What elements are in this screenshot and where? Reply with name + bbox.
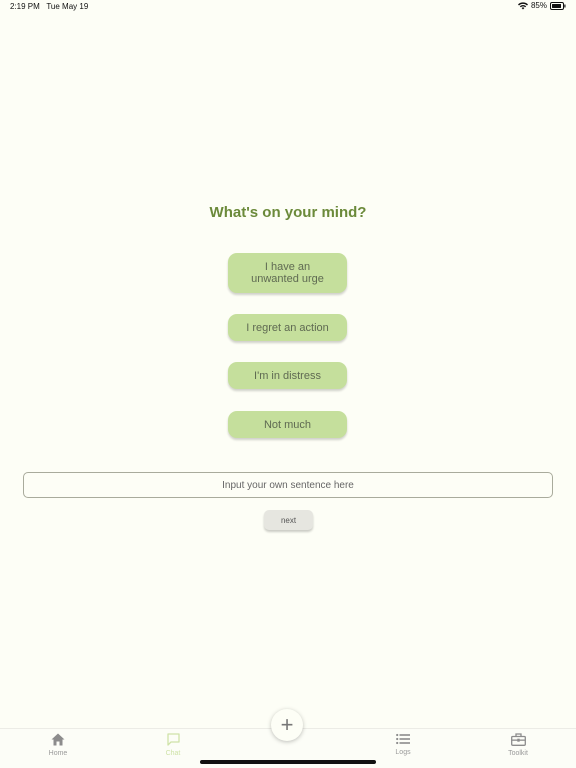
list-icon (396, 733, 410, 747)
status-right: 85% (517, 1, 566, 10)
option-distress-button[interactable]: I'm in distress (228, 362, 347, 389)
add-button[interactable]: + (271, 709, 303, 741)
option-label: Not much (263, 418, 312, 431)
battery-percent: 85% (530, 1, 547, 10)
toolbox-icon (510, 733, 526, 748)
tab-label: Logs (395, 749, 411, 756)
tab-home[interactable]: Home (28, 733, 88, 761)
tab-label: Chat (165, 750, 181, 757)
status-time-text: 2:19 PM (10, 2, 40, 11)
status-date: Tue May 19 (46, 2, 89, 11)
wifi-icon (517, 1, 528, 10)
battery-icon (550, 1, 566, 10)
status-time: 2:19 PM Tue May 19 (10, 2, 88, 11)
option-unwanted-urge-button[interactable]: I have an unwanted urge (228, 253, 347, 293)
tab-label: Toolkit (508, 750, 528, 757)
sentence-input[interactable] (23, 472, 553, 498)
tab-logs[interactable]: Logs (373, 733, 433, 761)
option-label: I'm in distress (254, 369, 321, 382)
tab-chat[interactable]: Chat (143, 733, 203, 761)
home-icon (51, 733, 65, 748)
option-not-much-button[interactable]: Not much (228, 411, 347, 438)
tab-toolkit[interactable]: Toolkit (488, 733, 548, 761)
next-button[interactable]: next (264, 510, 313, 530)
chat-icon (166, 733, 180, 748)
tab-label: Home (48, 750, 68, 757)
option-regret-action-button[interactable]: I regret an action (228, 314, 347, 341)
home-indicator (200, 760, 376, 764)
option-label: I have an unwanted urge (251, 261, 324, 285)
status-bar: 2:19 PM Tue May 19 85% (0, 0, 576, 14)
page-title: What's on your mind? (209, 204, 367, 221)
option-label: I regret an action (246, 321, 329, 334)
